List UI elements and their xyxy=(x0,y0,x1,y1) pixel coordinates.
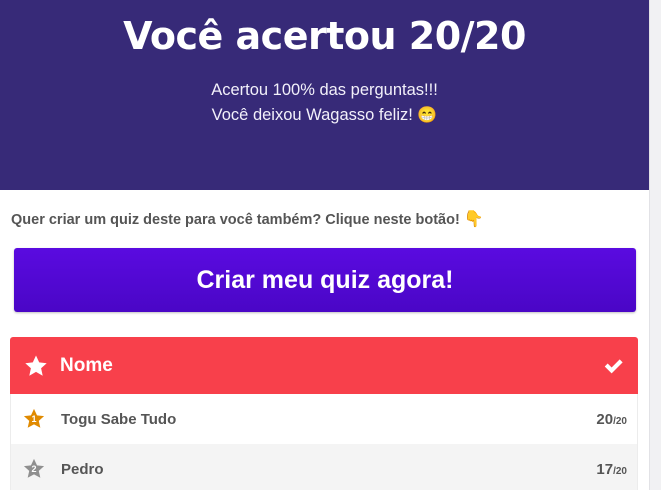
leaderboard: Nome 1 Togu Sabe Tudo 20/20 2 Pedro 17/2… xyxy=(10,337,638,490)
leaderboard-header-label: Nome xyxy=(60,354,113,376)
star-icon xyxy=(25,355,47,376)
grin-emoji-icon: 😁 xyxy=(417,107,438,124)
rank-number: 2 xyxy=(31,464,37,474)
rank-badge-icon: 1 xyxy=(23,408,45,430)
score-value: 17 xyxy=(596,460,614,478)
player-name: Togu Sabe Tudo xyxy=(61,410,177,428)
create-quiz-prompt-text: Quer criar um quiz deste para você també… xyxy=(11,212,460,228)
scrollbar[interactable] xyxy=(649,0,661,490)
create-quiz-prompt: Quer criar um quiz deste para você també… xyxy=(11,209,484,229)
leaderboard-row: 1 Togu Sabe Tudo 20/20 xyxy=(10,394,638,444)
happy-message: Você deixou Wagasso feliz! 😁 xyxy=(0,103,649,128)
leaderboard-row: 2 Pedro 17/20 xyxy=(10,444,638,490)
player-score: 20/20 xyxy=(596,411,627,428)
pointing-down-emoji-icon: 👇 xyxy=(463,211,484,228)
result-banner: Você acertou 20/20 Acertou 100% das perg… xyxy=(0,0,649,190)
check-icon xyxy=(604,358,623,373)
leaderboard-header: Nome xyxy=(10,337,638,394)
result-title: Você acertou 20/20 xyxy=(123,14,526,58)
rank-badge-icon: 2 xyxy=(23,458,45,480)
score-total: /20 xyxy=(613,465,627,477)
player-score: 17/20 xyxy=(596,461,627,478)
score-total: /20 xyxy=(613,415,627,427)
result-subtitle: Acertou 100% das perguntas!!! Você deixo… xyxy=(0,78,649,128)
rank-number: 1 xyxy=(31,414,37,424)
score-message: Acertou 100% das perguntas!!! xyxy=(211,81,438,99)
score-value: 20 xyxy=(596,410,614,428)
create-quiz-button[interactable]: Criar meu quiz agora! xyxy=(14,248,636,312)
happy-message-text: Você deixou Wagasso feliz! xyxy=(211,106,413,124)
player-name: Pedro xyxy=(61,460,104,478)
